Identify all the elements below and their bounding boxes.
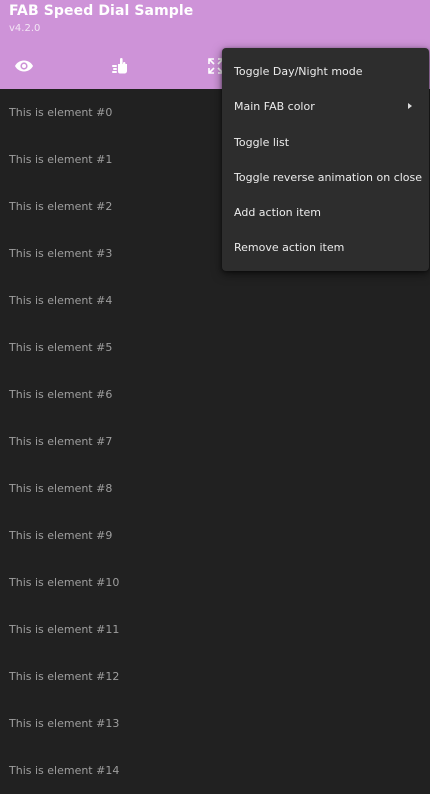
- menu-item-label: Toggle reverse animation on close: [234, 170, 423, 184]
- menu-item-remove-action[interactable]: Remove action item: [222, 230, 429, 265]
- menu-item-toggle-list[interactable]: Toggle list: [222, 125, 429, 160]
- menu-item-add-action[interactable]: Add action item: [222, 195, 429, 230]
- eye-icon[interactable]: [13, 56, 35, 76]
- list-item: This is element #6: [9, 388, 113, 401]
- list-item: This is element #5: [9, 341, 113, 354]
- menu-item-label: Add action item: [234, 206, 322, 220]
- list-item: This is element #7: [9, 435, 113, 448]
- chevron-right-icon: [408, 103, 412, 110]
- menu-item-label: Main FAB color: [234, 100, 315, 114]
- list-item: This is element #4: [9, 294, 113, 307]
- list-item: This is element #14: [9, 764, 120, 777]
- list-item: This is element #8: [9, 482, 113, 495]
- hand-pointer-icon[interactable]: [109, 56, 131, 76]
- menu-item-main-fab-color[interactable]: Main FAB color: [222, 89, 429, 124]
- list-item: This is element #13: [9, 717, 120, 730]
- app-subtitle: v4.2.0: [9, 23, 41, 34]
- list-item: This is element #12: [9, 670, 120, 683]
- list-item: This is element #10: [9, 576, 120, 589]
- list-item: This is element #9: [9, 529, 113, 542]
- list-item: This is element #11: [9, 623, 120, 636]
- menu-item-toggle-day-night[interactable]: Toggle Day/Night mode: [222, 54, 429, 89]
- menu-item-toggle-reverse-animation[interactable]: Toggle reverse animation on close: [222, 160, 429, 195]
- menu-item-label: Toggle Day/Night mode: [234, 65, 363, 78]
- menu-item-label: Toggle list: [234, 135, 290, 149]
- app-title: FAB Speed Dial Sample: [9, 3, 194, 19]
- overflow-menu: Toggle Day/Night mode Main FAB color Tog…: [222, 48, 429, 271]
- menu-item-label: Remove action item: [234, 241, 345, 255]
